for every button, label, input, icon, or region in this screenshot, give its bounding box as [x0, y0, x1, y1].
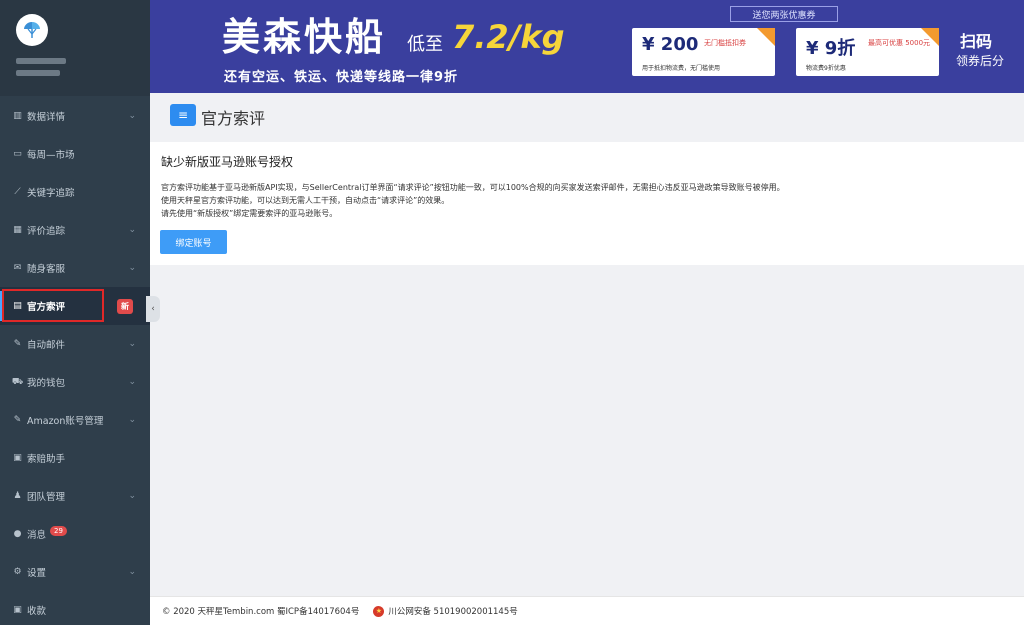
sidebar-item-label: 索赔助手: [27, 454, 66, 465]
logo-icon[interactable]: [16, 14, 48, 46]
edit-icon: ✎: [13, 415, 22, 425]
chevron-down-icon: ⌄: [128, 567, 136, 577]
coupon-footnote: 用于抵扣物流费，无门槛使用: [642, 65, 721, 72]
coupon-corner: [757, 28, 775, 46]
sidebar-item-customer-service[interactable]: ✉ 随身客服 ⌄: [0, 249, 150, 287]
sidebar-item-label: 自动邮件: [27, 340, 66, 351]
gear-icon: ⚙: [13, 567, 22, 577]
sidebar-item-label: 随身客服: [27, 264, 66, 275]
sidebar-item-label: Amazon账号管理: [27, 416, 104, 427]
cart-icon: ⛟: [11, 376, 24, 387]
line-chart-icon: ⟋: [14, 187, 21, 197]
banner-subtitle: 还有空运、铁运、快递等线路一律9折: [224, 70, 459, 85]
chevron-down-icon: ⌄: [128, 225, 136, 235]
chevron-down-icon: ⌄: [128, 491, 136, 501]
sidebar-item-data-detail[interactable]: ▥ 数据详情 ⌄: [0, 97, 150, 135]
banner-price: 7.2/kg: [452, 18, 565, 56]
auth-notice-panel: 缺少新版亚马逊账号授权 官方索评功能基于亚马逊新版API实现，与SellerCe…: [150, 142, 1024, 265]
sidebar-item-label: 我的钱包: [27, 378, 66, 389]
sidebar-item-team[interactable]: ♟ 团队管理 ⌄: [0, 477, 150, 515]
coupon-footnote: 物流费9折优惠: [806, 65, 846, 72]
banner-title: 美森快船: [222, 15, 387, 59]
page-title-bar: ≡ 官方索评: [150, 93, 1024, 140]
notice-line-3: 请先使用“新版授权”绑定需要索评的亚马逊账号。: [161, 209, 338, 218]
chevron-down-icon: ⌄: [128, 415, 136, 425]
team-icon: ♟: [13, 491, 22, 501]
coupon-value: ¥ 200: [642, 34, 699, 55]
sidebar-item-label: 关键字追踪: [27, 188, 75, 199]
sidebar-item-claim-assistant[interactable]: ▣ 索赔助手: [0, 439, 150, 477]
sidebar-menu: ▥ 数据详情 ⌄ ▭ 每周—市场 ⟋ 关键字追踪 ▦ 评价追踪 ⌄ ✉ 随身客服…: [0, 97, 150, 625]
panel-title: 缺少新版亚马逊账号授权: [161, 155, 294, 169]
sidebar-item-label: 设置: [27, 568, 47, 579]
new-badge: 新: [117, 299, 133, 314]
message-count-badge: 29: [50, 526, 67, 536]
banner-scan-text: 扫码: [960, 32, 993, 51]
banner-low-text: 低至: [407, 34, 443, 55]
menu-icon[interactable]: ≡: [170, 104, 196, 126]
chevron-down-icon: ⌄: [128, 263, 136, 273]
edit-icon: ✎: [13, 339, 22, 349]
notice-line-2: 使用天秤星官方索评功能，可以达到无需人工干预，自动点击“请求评论”的效果。: [161, 196, 450, 205]
chevron-down-icon: ⌄: [128, 339, 136, 349]
coupon-tag: 送您两张优惠券: [730, 6, 838, 22]
sidebar-item-keyword-tracking[interactable]: ⟋ 关键字追踪: [0, 173, 150, 211]
bar-chart-icon: ▥: [13, 111, 22, 121]
coupon-desc: 最高可优惠 5000元: [868, 39, 931, 47]
footer-copyright: © 2020 天秤星Tembin.com 蜀ICP备14017604号: [162, 607, 360, 617]
sidebar-item-wallet[interactable]: ⛟ 我的钱包 ⌄: [0, 363, 150, 401]
sidebar-item-label: 消息: [27, 530, 47, 541]
footer: © 2020 天秤星Tembin.com 蜀ICP备14017604号 ★ 川公…: [150, 596, 1024, 625]
coupon-desc: 无门槛抵扣券: [704, 39, 746, 47]
bind-account-button[interactable]: 绑定账号: [160, 230, 227, 254]
sidebar-item-review-tracking[interactable]: ▦ 评价追踪 ⌄: [0, 211, 150, 249]
coupon-card-200: ¥ 200 无门槛抵扣券 用于抵扣物流费，无门槛使用: [632, 28, 775, 76]
money-icon: ▣: [13, 605, 22, 615]
sidebar-collapse-handle[interactable]: ‹: [146, 296, 160, 322]
sidebar-item-label: 团队管理: [27, 492, 66, 503]
highlight-box: [2, 289, 104, 322]
monitor-icon: ▭: [13, 149, 22, 159]
username-blur: [16, 58, 66, 64]
coupon-value: ¥ 9折: [806, 38, 856, 59]
sidebar-item-weekly-market[interactable]: ▭ 每周—市场: [0, 135, 150, 173]
sidebar-item-label: 每周—市场: [27, 150, 75, 161]
footer-police-record[interactable]: 川公网安备 51019002001145号: [388, 605, 517, 617]
coupon-card-discount: ¥ 9折 最高可优惠 5000元 物流费9折优惠: [796, 28, 939, 76]
sidebar-item-label: 收款: [27, 606, 47, 617]
banner-claim-text: 领券后分: [956, 54, 1005, 68]
sidebar-header: [0, 0, 150, 96]
money-icon: ▣: [13, 453, 22, 463]
sidebar-item-messages[interactable]: ● 消息 29: [0, 515, 150, 553]
sidebar-item-auto-email[interactable]: ✎ 自动邮件 ⌄: [0, 325, 150, 363]
police-badge-icon: ★: [373, 605, 385, 617]
sidebar-item-amazon-account[interactable]: ✎ Amazon账号管理 ⌄: [0, 401, 150, 439]
page-title: 官方索评: [201, 109, 266, 128]
chevron-left-icon: ‹: [151, 304, 155, 314]
sidebar-item-official-review[interactable]: ▤ 官方索评 新: [0, 287, 150, 325]
sidebar-item-label: 数据详情: [27, 112, 66, 123]
account-blur: [16, 70, 60, 76]
notice-line-1: 官方索评功能基于亚马逊新版API实现，与SellerCentral订单界面“请求…: [161, 183, 785, 192]
promo-banner[interactable]: 美森快船 低至 7.2/kg 还有空运、铁运、快递等线路一律9折 送您两张优惠券…: [150, 0, 1024, 93]
sidebar: ▥ 数据详情 ⌄ ▭ 每周—市场 ⟋ 关键字追踪 ▦ 评价追踪 ⌄ ✉ 随身客服…: [0, 0, 150, 625]
chevron-down-icon: ⌄: [128, 377, 136, 387]
sidebar-item-label: 评价追踪: [27, 226, 66, 237]
sidebar-item-settings[interactable]: ⚙ 设置 ⌄: [0, 553, 150, 591]
mail-icon: ✉: [13, 263, 22, 273]
chat-icon: ●: [13, 529, 22, 539]
table-icon: ▦: [13, 225, 22, 235]
chevron-down-icon: ⌄: [128, 111, 136, 121]
sidebar-item-receipt[interactable]: ▣ 收款: [0, 591, 150, 625]
